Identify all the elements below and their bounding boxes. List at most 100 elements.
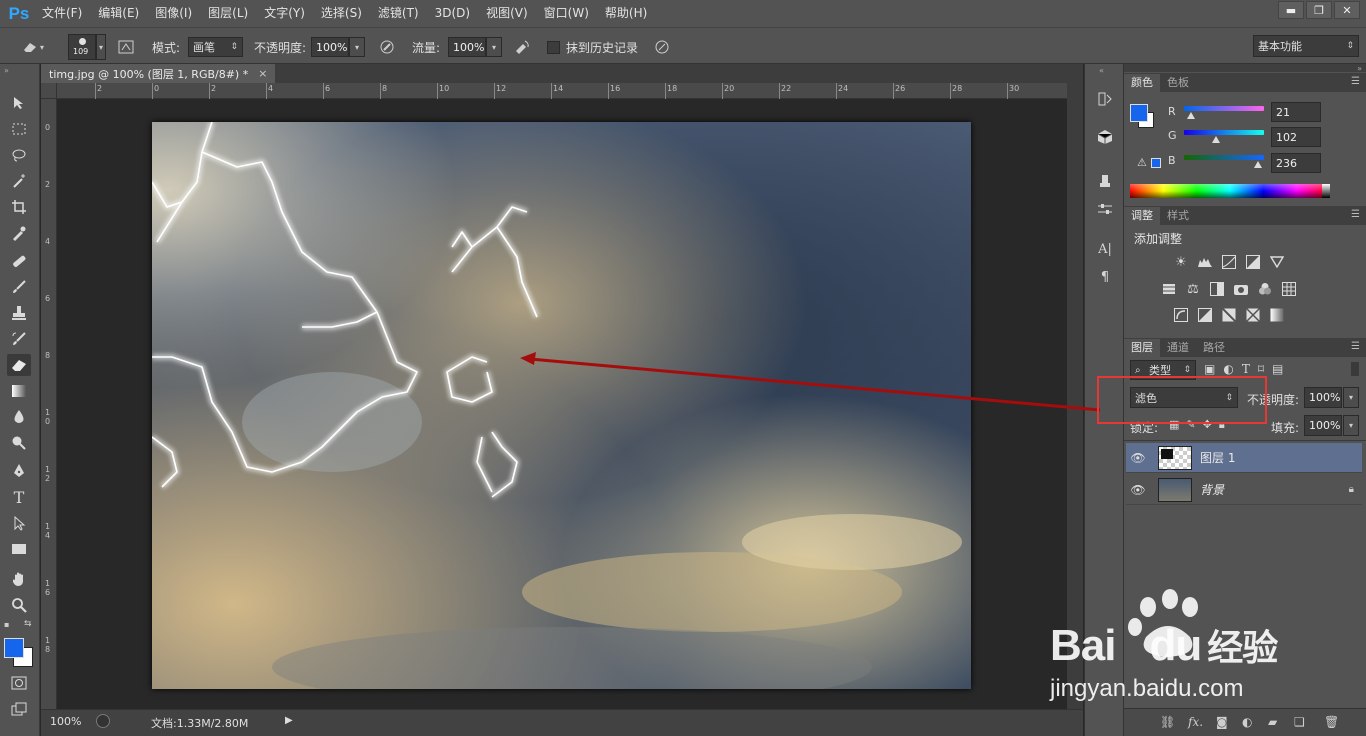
web-safe-swatch[interactable] [1151,158,1161,168]
blue-slider[interactable] [1184,155,1264,160]
visibility-eye-icon[interactable]: 👁︎ [1126,451,1150,465]
red-value[interactable]: 21 [1271,102,1321,122]
ruler-origin[interactable] [41,83,57,99]
new-group-icon[interactable]: ▰ [1268,715,1277,729]
tab-paths[interactable]: 路径 [1196,339,1232,357]
link-layers-icon[interactable]: ⛓ [1160,715,1175,729]
mode-select[interactable]: 画笔 ⇕ [188,37,243,57]
blue-slider-thumb[interactable] [1254,161,1262,168]
fx-icon[interactable]: fx. [1188,715,1203,729]
magic-wand-tool[interactable] [7,170,31,192]
erase-history-option[interactable]: 抹到历史记录 [547,37,638,57]
ruler-horizontal[interactable]: 2 0 2 4 6 8 10 12 14 16 18 20 22 24 26 28 30 [57,83,1067,99]
green-value[interactable]: 102 [1271,127,1321,147]
pen-tool[interactable] [7,460,31,482]
filter-shape-icon[interactable]: ⌑ [1258,362,1264,376]
menu-3d[interactable]: 3D(D) [427,0,478,27]
vibrance-adjust-icon[interactable] [1268,254,1286,270]
character-panel-button[interactable]: A| [1094,238,1116,260]
layer-name[interactable]: 背景 [1200,481,1224,498]
zoom-tool[interactable] [7,594,31,616]
blur-tool[interactable] [7,406,31,428]
hand-tool[interactable] [7,568,31,590]
filter-adjustment-icon[interactable]: ◐ [1223,362,1233,376]
minimize-button[interactable]: ▬ [1278,1,1304,19]
swap-colors-icon[interactable]: ⇆ [24,619,32,629]
paragraph-panel-button[interactable]: ¶ [1094,266,1116,288]
panel-menu-icon[interactable]: ☰ [1351,209,1360,220]
tab-color[interactable]: 颜色 [1124,74,1160,92]
red-slider[interactable] [1184,106,1264,111]
close-button[interactable]: ✕ [1334,1,1360,19]
new-layer-icon[interactable]: ❏ [1294,715,1305,729]
status-info-icon[interactable] [96,714,110,728]
threshold-icon[interactable] [1220,307,1238,323]
opacity-field[interactable]: 100% ▾ [311,37,365,57]
chevron-down-icon[interactable]: ▾ [1343,387,1359,408]
hue-saturation-icon[interactable] [1160,281,1178,297]
eraser-tool-preset[interactable]: ▾ [20,37,44,57]
quick-mask-button[interactable] [7,672,31,694]
collapse-panels-icon[interactable]: » [1357,64,1362,73]
layer-opacity-value[interactable]: 100% [1304,387,1342,408]
chevron-down-icon[interactable]: ▾ [486,37,502,57]
history-panel-button[interactable] [1094,88,1116,110]
filter-toggle[interactable] [1351,362,1359,376]
flow-value[interactable]: 100% [448,37,486,57]
panel-menu-icon[interactable]: ☰ [1351,76,1360,87]
gradient-tool[interactable] [7,380,31,402]
lasso-tool[interactable] [7,144,31,166]
move-tool[interactable] [7,92,31,114]
document-canvas[interactable] [152,122,971,689]
default-colors-icon[interactable]: ▪ [4,620,9,629]
brush-preset-picker[interactable]: 109 ▾ [68,34,106,60]
color-spectrum-bar[interactable] [1130,184,1330,198]
rectangle-tool[interactable] [7,538,31,560]
brush-panel-toggle[interactable] [116,37,136,57]
screen-mode-button[interactable] [7,698,31,720]
chevron-down-icon[interactable]: ▾ [349,37,365,57]
fill-value[interactable]: 100% [1304,415,1342,436]
flow-field[interactable]: 100% ▾ [448,37,502,57]
eyedropper-tool[interactable] [7,222,31,244]
menu-window[interactable]: 窗口(W) [536,0,597,27]
history-brush-tool[interactable] [7,328,31,350]
path-selection-tool[interactable] [7,512,31,534]
menu-layer[interactable]: 图层(L) [200,0,256,27]
marquee-tool[interactable] [7,118,31,140]
3d-panel-button[interactable] [1094,126,1116,148]
layer-row-layer1[interactable]: 👁︎ 图层 1 [1126,443,1362,473]
green-slider[interactable] [1184,130,1264,135]
color-panel-foreground-swatch[interactable] [1130,104,1148,122]
tab-channels[interactable]: 通道 [1160,339,1196,357]
document-tab[interactable]: timg.jpg @ 100% (图层 1, RGB/8#) * × [41,64,276,83]
restore-button[interactable]: ❐ [1306,1,1332,19]
clone-stamp-tool[interactable] [7,302,31,324]
dodge-tool[interactable] [7,432,31,454]
close-tab-icon[interactable]: × [258,67,267,80]
expand-panels-icon[interactable]: « [1099,66,1104,75]
filter-pixel-icon[interactable]: ▣ [1204,362,1215,376]
visibility-eye-icon[interactable]: 👁︎ [1126,483,1150,497]
pressure-size-toggle[interactable] [652,37,672,57]
status-menu-arrow-icon[interactable]: ▶ [285,715,293,726]
foreground-color-swatch[interactable] [4,638,24,658]
blue-value[interactable]: 236 [1271,153,1321,173]
tab-styles[interactable]: 样式 [1160,207,1196,225]
invert-icon[interactable] [1172,307,1190,323]
add-mask-icon[interactable]: ◙ [1216,715,1228,729]
tab-adjustments[interactable]: 调整 [1124,207,1160,225]
chevron-down-icon[interactable]: ▾ [1343,415,1359,436]
menu-select[interactable]: 选择(S) [313,0,370,27]
filter-smart-object-icon[interactable]: ▤ [1272,362,1283,376]
ruler-vertical[interactable]: 0 2 4 6 8 1 0 1 2 1 4 1 6 1 8 [41,99,57,709]
menu-help[interactable]: 帮助(H) [597,0,655,27]
brush-presets-button[interactable] [1094,170,1116,192]
layer-name[interactable]: 图层 1 [1200,449,1235,466]
color-balance-icon[interactable]: ⚖ [1184,281,1202,297]
menu-image[interactable]: 图像(I) [147,0,200,27]
filter-type-icon[interactable]: T [1242,362,1250,376]
levels-adjust-icon[interactable] [1196,254,1214,270]
brightness-adjust-icon[interactable]: ☀ [1172,254,1190,270]
eraser-tool[interactable] [7,354,31,376]
